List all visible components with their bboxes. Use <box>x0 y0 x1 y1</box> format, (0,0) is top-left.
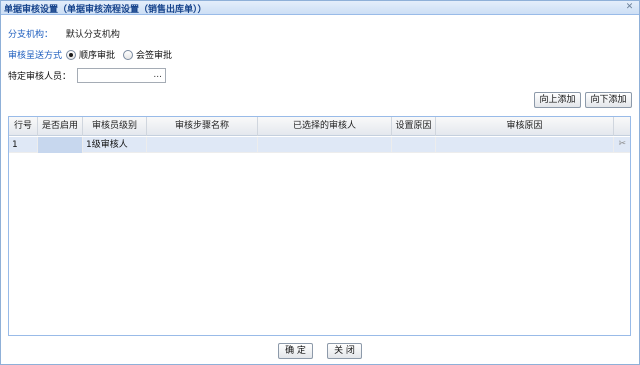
option-sequential-label[interactable]: 顺序审批 <box>79 48 115 61</box>
send-mode-label: 审核呈送方式 <box>8 51 63 61</box>
cell-step-name[interactable] <box>147 137 258 153</box>
cell-level[interactable]: 1级审核人 <box>83 137 147 153</box>
cell-enabled[interactable] <box>38 137 83 153</box>
close-button[interactable]: 关 闭 <box>327 343 362 359</box>
close-icon[interactable]: ✕ <box>624 2 635 13</box>
branch-label: 分支机构： <box>8 30 54 40</box>
approval-steps-table: 行号 是否启用 审核员级别 审核步骤名称 已选择的审核人 设置原因 审核原因 1… <box>8 116 631 336</box>
cell-review-reason[interactable] <box>436 137 614 153</box>
radio-sequential[interactable] <box>66 49 77 60</box>
branch-row: 分支机构： 默认分支机构 <box>8 27 120 40</box>
column-header-selected-reviewer[interactable]: 已选择的审核人 <box>258 117 392 136</box>
dialog-window: 单据审核设置（单据审核流程设置（销售出库单）） ✕ 分支机构： 默认分支机构 审… <box>0 0 640 365</box>
column-header-enabled[interactable]: 是否启用 <box>38 117 83 136</box>
dialog-title: 单据审核设置（单据审核流程设置（销售出库单）） <box>4 5 207 15</box>
table-header: 行号 是否启用 审核员级别 审核步骤名称 已选择的审核人 设置原因 审核原因 <box>9 117 630 136</box>
title-bar[interactable]: 单据审核设置（单据审核流程设置（销售出库单）） ✕ <box>1 1 639 15</box>
ellipsis-icon[interactable]: ... <box>153 70 162 80</box>
radio-countersign[interactable] <box>123 49 134 60</box>
column-header-row-no[interactable]: 行号 <box>9 117 38 136</box>
branch-value: 默认分支机构 <box>65 30 120 40</box>
option-countersign-label[interactable]: 会签审批 <box>136 48 172 61</box>
confirm-button[interactable]: 确 定 <box>278 343 313 359</box>
add-up-button[interactable]: 向上添加 <box>534 92 581 108</box>
column-header-step-name[interactable]: 审核步骤名称 <box>147 117 258 136</box>
reviewer-row: 特定审核人员： ... <box>8 68 167 83</box>
reviewer-picker-input[interactable]: ... <box>77 68 167 83</box>
column-header-level[interactable]: 审核员级别 <box>83 117 147 136</box>
column-header-review-reason[interactable]: 审核原因 <box>436 117 614 136</box>
cell-selected-reviewer[interactable] <box>258 137 392 153</box>
delete-row-icon[interactable]: ✂ <box>618 139 626 149</box>
add-down-button[interactable]: 向下添加 <box>585 92 632 108</box>
column-header-set-reason[interactable]: 设置原因 <box>392 117 436 136</box>
column-header-actions <box>614 117 630 136</box>
reviewer-label: 特定审核人员： <box>8 72 72 82</box>
cell-set-reason[interactable] <box>392 137 436 153</box>
table-row[interactable]: 1 1级审核人 ✂ <box>9 137 630 153</box>
cell-row-no: 1 <box>9 137 38 153</box>
send-mode-row: 审核呈送方式 顺序审批 会签审批 <box>8 48 176 61</box>
